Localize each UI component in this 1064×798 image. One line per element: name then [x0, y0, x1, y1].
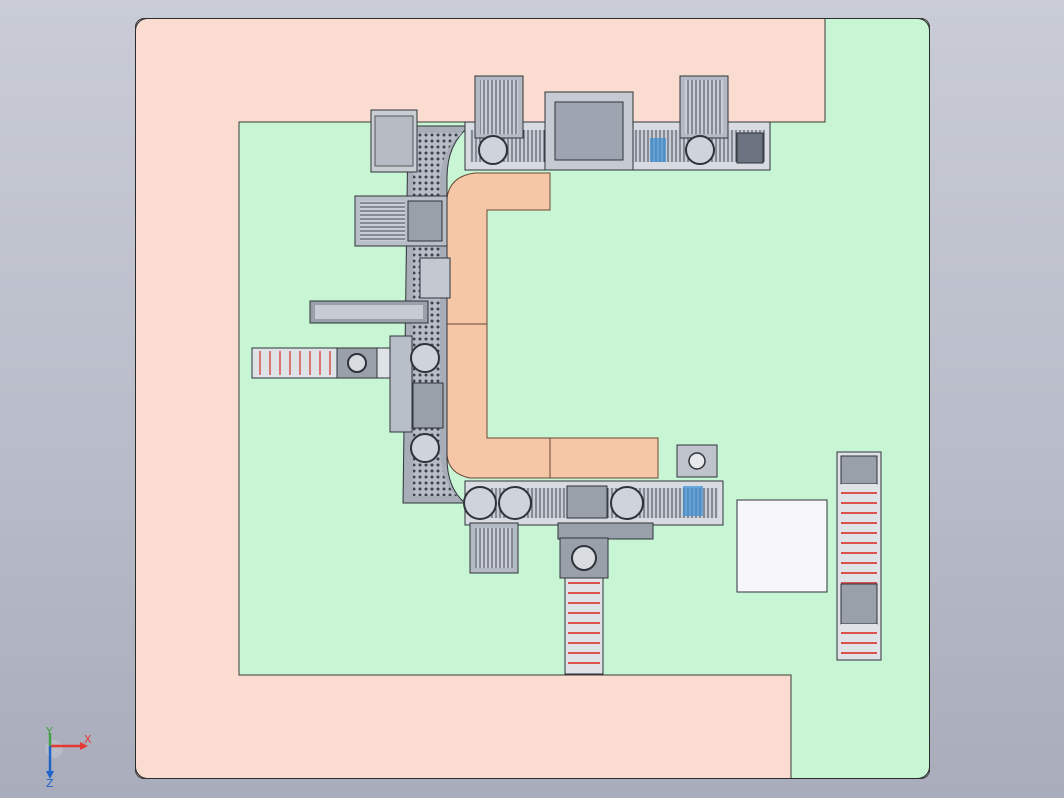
coordinate-triad: X Y Z: [45, 727, 92, 787]
x-axis-label: X: [84, 733, 92, 746]
empty-platform: [736, 499, 828, 593]
cad-viewport[interactable]: X Y Z: [0, 0, 1064, 798]
bottom-roller-conveyor: [559, 537, 609, 675]
layout-board: [135, 18, 930, 779]
y-axis-label: Y: [45, 727, 53, 738]
control-cabinet: [370, 109, 418, 173]
z-axis-label: Z: [46, 777, 54, 787]
right-roller-conveyor: [836, 451, 882, 661]
